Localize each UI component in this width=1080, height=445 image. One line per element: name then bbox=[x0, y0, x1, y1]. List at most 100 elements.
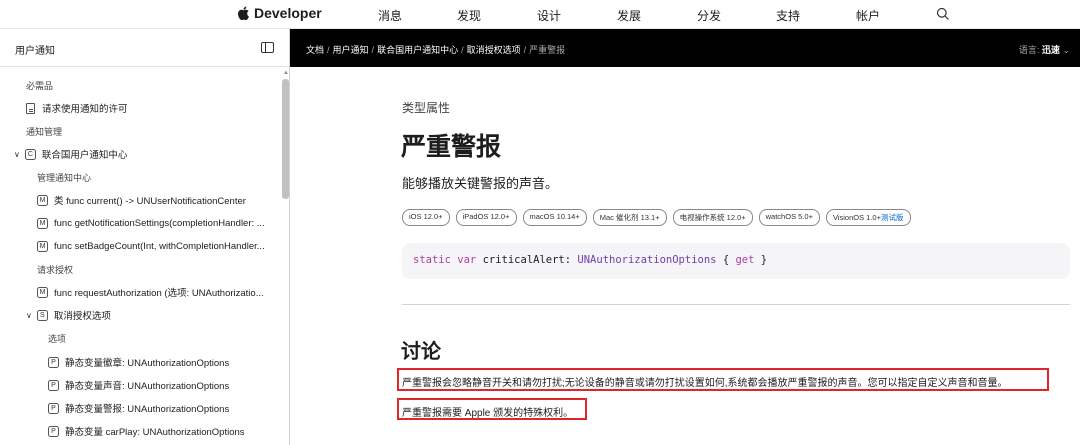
nav-item-news[interactable]: 消息 bbox=[378, 7, 402, 24]
discussion-heading: 讨论 bbox=[401, 341, 441, 363]
sidebar-title: 用户通知 bbox=[15, 46, 55, 57]
sidebar-item-label: 通知管理 bbox=[26, 126, 63, 137]
sidebar-item-label: 请求授权 bbox=[37, 264, 74, 275]
discussion-paragraph: 严重警报会忽略静音开关和请勿打扰;无论设备的静音或请勿打扰设置如何,系统都会播放… bbox=[402, 378, 1008, 389]
method-icon: M bbox=[37, 286, 48, 298]
code-brace: } bbox=[760, 254, 768, 266]
sidebar-group-request-auth: 请求授权 bbox=[37, 259, 73, 279]
availability-badge: watchOS 5.0+ bbox=[758, 209, 820, 226]
chevron-down-icon[interactable]: ∨ bbox=[26, 311, 32, 320]
nav-item-account[interactable]: 帐户 bbox=[856, 7, 880, 24]
sidebar-item-get-settings[interactable]: M func getNotificationSettings(completio… bbox=[37, 213, 265, 233]
sidebar-item-label: 必需品 bbox=[26, 80, 54, 91]
availability-list: iOS 12.0+ iPadOS 12.0+ macOS 10.14+ Mac … bbox=[402, 209, 911, 226]
code-keyword: var bbox=[457, 254, 477, 266]
code-keyword: get bbox=[735, 254, 755, 266]
language-label: 语言: bbox=[1018, 45, 1040, 55]
language-value: 迅速 bbox=[1041, 45, 1060, 55]
method-icon: M bbox=[37, 240, 48, 252]
class-icon: C bbox=[24, 148, 36, 160]
availability-name: VisionOS 1.0+ bbox=[832, 213, 881, 222]
method-icon: M bbox=[37, 194, 48, 206]
sidebar-item-set-badge-count[interactable]: M func setBadgeCount(Int, withCompletion… bbox=[37, 236, 265, 256]
sidebar-item-notification-center[interactable]: ∨ C 联合国用户通知中心 bbox=[14, 144, 127, 164]
breadcrumb-item[interactable]: 文档 bbox=[306, 45, 324, 55]
declaration-code: static var criticalAlert: UNAuthorizatio… bbox=[413, 254, 767, 266]
developer-logo-link[interactable]: Developer bbox=[236, 5, 322, 21]
sidebar-item-label: 静态变量警报: UNAuthorizationOptions bbox=[65, 404, 230, 415]
sidebar-header: 用户通知 bbox=[0, 29, 289, 67]
scroll-up-arrow-icon[interactable]: ▲ bbox=[283, 70, 289, 76]
sidebar-item-label: 联合国用户通知中心 bbox=[41, 150, 128, 161]
nav-item-design[interactable]: 设计 bbox=[537, 7, 561, 24]
availability-badge: 电视操作系统 12.0+ bbox=[672, 209, 753, 226]
sidebar-group-options: 选项 bbox=[48, 328, 66, 348]
breadcrumb-item[interactable]: 用户通知 bbox=[333, 45, 369, 55]
code-type-link[interactable]: UNAuthorizationOptions bbox=[577, 254, 716, 266]
document-icon bbox=[26, 102, 35, 114]
availability-badge-visionos: VisionOS 1.0+测试版 bbox=[825, 209, 911, 226]
property-icon: P bbox=[48, 356, 59, 368]
discussion-paragraph: 严重警报需要 Apple 颁发的特殊权利。 bbox=[402, 408, 574, 419]
sidebar-group-manage-center: 管理通知中心 bbox=[37, 167, 91, 187]
breadcrumb-separator: / bbox=[327, 45, 330, 55]
code-brace: { bbox=[722, 254, 730, 266]
section-divider bbox=[402, 304, 1070, 305]
abstract: 能够播放关键警报的声音。 bbox=[402, 176, 559, 191]
sidebar-item-label: 取消授权选项 bbox=[53, 311, 111, 322]
availability-badge: iPadOS 12.0+ bbox=[455, 209, 517, 226]
breadcrumb-bar: 文档 / 用户通知 / 联合国用户通知中心 / 取消授权选项 / 严重警报 语言: 迅速 ⌄ bbox=[290, 29, 1080, 67]
method-icon: M bbox=[37, 217, 48, 229]
sidebar-item-carplay[interactable]: P 静态变量 carPlay: UNAuthorizationOptions bbox=[48, 421, 245, 441]
breadcrumb-item[interactable]: 联合国用户通知中心 bbox=[377, 45, 458, 55]
availability-badge: Mac 催化剂 13.1+ bbox=[592, 209, 667, 226]
nav-item-support[interactable]: 支持 bbox=[776, 7, 800, 24]
sidebar-item-label: func setBadgeCount(Int, withCompletionHa… bbox=[54, 240, 265, 252]
sidebar-item-label: 管理通知中心 bbox=[37, 172, 92, 183]
property-icon: P bbox=[48, 402, 59, 414]
sidebar-item-request-authorization[interactable]: M func requestAuthorization (选项: UNAutho… bbox=[37, 282, 264, 302]
struct-icon: S bbox=[36, 309, 48, 321]
code-keyword: static bbox=[413, 254, 451, 266]
sidebar-item-label: 静态变量声音: UNAuthorizationOptions bbox=[65, 381, 230, 392]
main-content: 类型属性 严重警报 能够播放关键警报的声音。 iOS 12.0+ iPadOS … bbox=[290, 67, 1080, 445]
brand-name: Developer bbox=[254, 5, 322, 21]
sidebar: 用户通知 ▲ 必需品 请求使用通知的许可 通知管理 ∨ C 联合国用户通知中心 … bbox=[0, 29, 290, 445]
sidebar-item-label: func getNotificationSettings(completionH… bbox=[54, 217, 265, 229]
chevron-down-icon[interactable]: ∨ bbox=[14, 150, 20, 159]
availability-badge: iOS 12.0+ bbox=[402, 209, 450, 226]
declaration-code-block: static var criticalAlert: UNAuthorizatio… bbox=[402, 243, 1070, 279]
sidebar-item-sound[interactable]: P 静态变量声音: UNAuthorizationOptions bbox=[48, 375, 229, 395]
sidebar-group-essentials: 必需品 bbox=[26, 75, 53, 95]
property-icon: P bbox=[48, 379, 59, 391]
sidebar-item-request-permission[interactable]: 请求使用通知的许可 bbox=[26, 98, 128, 118]
sidebar-item-label: 静态变量徽章: UNAuthorizationOptions bbox=[65, 358, 230, 369]
nav-item-distribute[interactable]: 分发 bbox=[697, 7, 721, 24]
sidebar-item-label: 请求使用通知的许可 bbox=[42, 104, 128, 115]
breadcrumb-separator: / bbox=[371, 45, 375, 55]
sidebar-item-badge[interactable]: P 静态变量徽章: UNAuthorizationOptions bbox=[48, 352, 229, 372]
breadcrumb-separator: / bbox=[523, 45, 527, 55]
breadcrumb-separator: / bbox=[461, 45, 464, 55]
global-nav: Developer 消息 发现 设计 发展 分发 支持 帐户 bbox=[0, 0, 1080, 29]
apple-logo-icon bbox=[238, 6, 249, 21]
chevron-down-icon: ⌄ bbox=[1062, 45, 1070, 55]
breadcrumb-item[interactable]: 取消授权选项 bbox=[467, 45, 521, 55]
sidebar-item-current[interactable]: M 类 func current() -> UNUserNotification… bbox=[37, 190, 246, 210]
availability-badge: macOS 10.14+ bbox=[522, 209, 587, 226]
sidebar-scrollbar[interactable] bbox=[282, 79, 289, 199]
language-selector[interactable]: 语言: 迅速 ⌄ bbox=[1019, 43, 1070, 56]
sidebar-item-authorization-options[interactable]: ∨ S 取消授权选项 bbox=[26, 305, 111, 325]
property-icon: P bbox=[48, 425, 59, 437]
sidebar-item-label: 类 func current() -> UNUserNotificationCe… bbox=[54, 196, 246, 207]
search-icon[interactable] bbox=[936, 7, 950, 21]
nav-item-discover[interactable]: 发现 bbox=[457, 7, 481, 24]
beta-label: 测试版 bbox=[881, 213, 904, 222]
sidebar-item-alert[interactable]: P 静态变量警报: UNAuthorizationOptions bbox=[48, 398, 229, 418]
sidebar-item-label: func requestAuthorization (选项: UNAuthori… bbox=[54, 288, 264, 299]
sidebar-group-notification-management: 通知管理 bbox=[26, 121, 62, 141]
breadcrumb-current: 严重警报 bbox=[529, 45, 566, 55]
sidebar-toggle-icon[interactable] bbox=[261, 42, 274, 53]
nav-item-develop[interactable]: 发展 bbox=[617, 7, 641, 24]
symbol-kind: 类型属性 bbox=[402, 101, 451, 115]
